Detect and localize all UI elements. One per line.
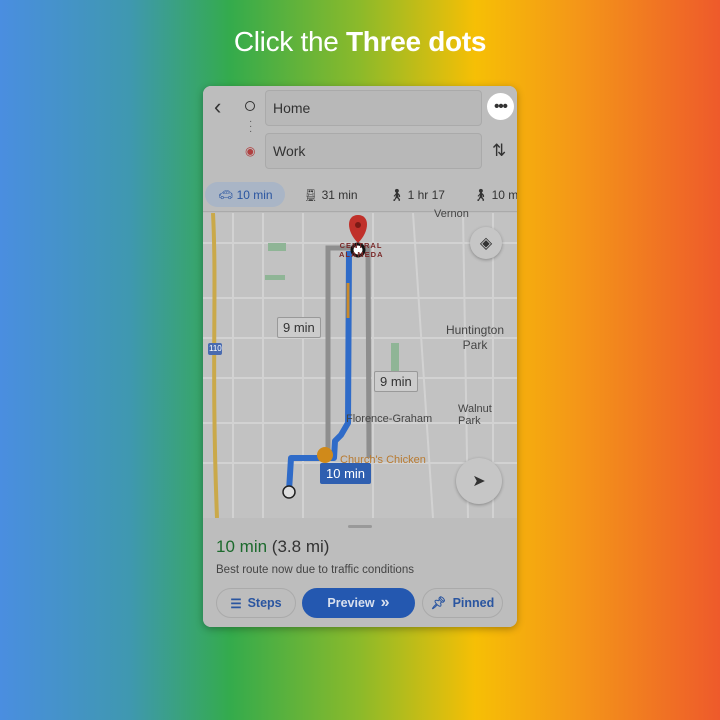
navigate-button[interactable]: ➤ xyxy=(456,458,502,504)
pin-icon: 📌︎ xyxy=(430,595,447,610)
phone-screen: ‹ · · · ◉ Home Work ⇅ ••• 🚗︎ 10 min 🚆︎ 31 … xyxy=(203,86,517,627)
highway-label: 110 xyxy=(209,344,222,353)
drag-handle[interactable] xyxy=(348,525,372,528)
route-eta: 10 min (3.8 mi) xyxy=(216,537,330,556)
preview-button[interactable]: Preview» xyxy=(302,588,415,618)
transit-icon: 🚆︎ xyxy=(303,188,319,202)
pinned-button[interactable]: 📌︎ Pinned xyxy=(422,588,503,618)
mode-rideshare[interactable]: 🚶︎ 10 m xyxy=(473,182,517,207)
layers-button[interactable]: ◈ xyxy=(470,227,502,259)
instruction-title: Click the Three dots xyxy=(233,26,487,57)
label-vernon: Vernon xyxy=(434,208,469,220)
destination-pin-marker xyxy=(349,215,367,243)
layers-icon: ◈ xyxy=(479,235,493,252)
label-walnut-park: Walnut Park xyxy=(458,403,492,427)
travel-modes: 🚗︎ 10 min 🚆︎ 31 min 🚶︎ 1 hr 17 🚶︎ 10 m xyxy=(203,180,517,212)
label-florence-graham: Florence-Graham xyxy=(346,413,433,425)
label-huntington-park: Huntington Park xyxy=(445,323,505,352)
label-central-alameda: CENTRAL ALAMEDA xyxy=(339,241,384,259)
map-view[interactable]: Vernon CENTRAL ALAMEDA Huntington Park W… xyxy=(203,208,517,518)
more-options-button[interactable]: ••• xyxy=(487,93,514,120)
back-button[interactable]: ‹ xyxy=(214,94,221,120)
rideshare-icon: 🚶︎ xyxy=(473,188,489,202)
route-note: Best route now due to traffic conditions xyxy=(216,564,414,576)
alt-route-2-time[interactable]: 9 min xyxy=(374,371,418,392)
mode-walking[interactable]: 🚶︎ 1 hr 17 xyxy=(389,182,445,207)
origin-input[interactable]: Home xyxy=(265,90,482,126)
car-icon: 🚗︎ xyxy=(218,188,234,202)
directions-header: ‹ · · · ◉ Home Work ⇅ ••• 🚗︎ 10 min 🚆︎ 31 … xyxy=(203,86,517,213)
list-icon: ☰ xyxy=(230,596,242,611)
mode-driving[interactable]: 🚗︎ 10 min xyxy=(205,182,285,207)
restaurant-icon xyxy=(317,447,333,463)
destination-input[interactable]: Work xyxy=(265,133,482,169)
navigation-arrow-icon: ➤ xyxy=(472,473,486,490)
mode-transit[interactable]: 🚆︎ 31 min xyxy=(303,182,358,207)
origin-marker xyxy=(282,485,296,499)
walk-icon: 🚶︎ xyxy=(389,188,405,202)
route-sheet: 10 min (3.8 mi) Best route now due to tr… xyxy=(203,518,517,627)
route-dots-icon: · · · xyxy=(249,116,253,137)
origin-icon xyxy=(245,101,255,111)
main-route-time[interactable]: 10 min xyxy=(320,463,372,484)
steps-button[interactable]: ☰ Steps xyxy=(216,588,296,618)
alt-route-1-time[interactable]: 9 min xyxy=(277,317,321,338)
destination-pin-icon: ◉ xyxy=(245,144,256,158)
double-chevron-icon: » xyxy=(380,594,390,611)
swap-icon[interactable]: ⇅ xyxy=(492,141,506,161)
